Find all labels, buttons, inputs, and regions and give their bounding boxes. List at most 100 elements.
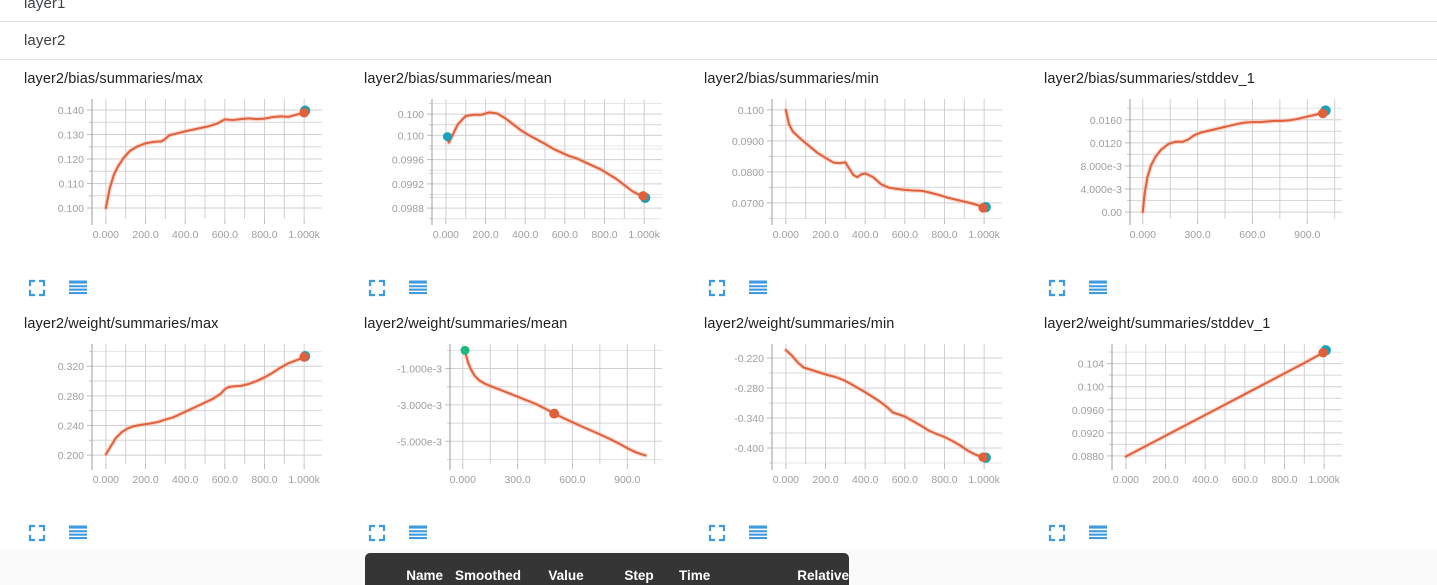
svg-text:600.0: 600.0: [212, 474, 238, 486]
svg-text:4.000e-3: 4.000e-3: [1081, 184, 1123, 196]
svg-text:0.100: 0.100: [398, 109, 424, 121]
chart-plot[interactable]: 0.100 0.0900 0.0800 0.0700 0.000 200.0 400.0 60…: [680, 87, 1020, 262]
svg-text:0.0880: 0.0880: [1072, 451, 1104, 463]
svg-text:0.000: 0.000: [1130, 229, 1156, 241]
svg-text:0.280: 0.280: [58, 391, 84, 403]
tooltip-col-value: Value: [548, 567, 584, 583]
svg-text:0.100: 0.100: [1078, 382, 1104, 394]
svg-text:-5.000e-3: -5.000e-3: [397, 436, 442, 448]
svg-text:800.0: 800.0: [931, 229, 957, 241]
accordion-item-label: layer2: [24, 32, 66, 49]
chart-row-weight: layer2/weight/summaries/max 0.320 0.280 0.2…: [0, 305, 1437, 550]
svg-text:600.0: 600.0: [212, 229, 238, 241]
svg-text:0.0160: 0.0160: [1090, 115, 1122, 127]
svg-text:800.0: 800.0: [251, 474, 277, 486]
chart-card-actions: [1048, 524, 1108, 544]
chart-plot[interactable]: 0.320 0.280 0.240 0.200 0.000 200.0 400.0 600.0…: [0, 332, 340, 507]
tooltip-header-row: Name Smoothed Value Step Time Relative: [365, 553, 849, 585]
expand-chart-icon[interactable]: [708, 524, 728, 544]
svg-text:0.0992: 0.0992: [392, 179, 424, 191]
svg-text:1.000k: 1.000k: [968, 474, 1000, 486]
svg-text:0.000: 0.000: [450, 474, 476, 486]
svg-text:0.200: 0.200: [58, 450, 84, 462]
data-series-icon[interactable]: [408, 279, 428, 299]
chart-title: layer2/bias/summaries/mean: [364, 71, 552, 87]
chart-card-actions: [708, 279, 768, 299]
svg-text:0.0800: 0.0800: [732, 167, 764, 179]
svg-text:400.0: 400.0: [172, 229, 198, 241]
svg-text:800.0: 800.0: [591, 229, 617, 241]
chart-plot[interactable]: 0.100 0.100 0.0996 0.0992 0.0988 0.000 200.0 40…: [340, 87, 680, 262]
chart-card-actions: [368, 524, 428, 544]
chart-hover-tooltip: Name Smoothed Value Step Time Relative: [365, 553, 849, 585]
data-series-icon[interactable]: [408, 524, 428, 544]
svg-text:200.0: 200.0: [812, 229, 838, 241]
svg-text:200.0: 200.0: [1152, 474, 1178, 486]
data-series-icon[interactable]: [1088, 279, 1108, 299]
chart-title: layer2/bias/summaries/max: [24, 71, 203, 87]
svg-text:0.0960: 0.0960: [1072, 405, 1104, 417]
svg-text:0.130: 0.130: [58, 130, 84, 142]
chart-title: layer2/bias/summaries/stddev_1: [1044, 71, 1255, 87]
expand-chart-icon[interactable]: [1048, 524, 1068, 544]
chart-title: layer2/weight/summaries/stddev_1: [1044, 316, 1271, 332]
data-series-icon[interactable]: [748, 524, 768, 544]
chart-title: layer2/bias/summaries/min: [704, 71, 879, 87]
svg-text:1.000k: 1.000k: [288, 229, 320, 241]
svg-text:300.0: 300.0: [1184, 229, 1210, 241]
expand-chart-icon[interactable]: [368, 524, 388, 544]
chart-card: layer2/bias/summaries/mean 0.100 0.100 0.09…: [340, 60, 680, 305]
charts-grid: layer2/bias/summaries/max 0.140 0.130 0.120…: [0, 60, 1437, 550]
chart-plot[interactable]: -0.220 -0.280 -0.340 -0.400 0.000 200.0 400.0 6…: [680, 332, 1020, 507]
svg-text:0.000: 0.000: [93, 229, 119, 241]
chart-card: layer2/bias/summaries/min 0.100 0.0900 0.08…: [680, 60, 1020, 305]
svg-text:900.0: 900.0: [1294, 229, 1320, 241]
expand-chart-icon[interactable]: [1048, 279, 1068, 299]
svg-text:600.0: 600.0: [892, 474, 918, 486]
chart-row-bias: layer2/bias/summaries/max 0.140 0.130 0.120…: [0, 60, 1437, 305]
svg-text:0.0120: 0.0120: [1090, 138, 1122, 150]
svg-text:0.000: 0.000: [773, 474, 799, 486]
svg-text:0.240: 0.240: [58, 420, 84, 432]
svg-text:0.0988: 0.0988: [392, 203, 424, 215]
expand-chart-icon[interactable]: [368, 279, 388, 299]
svg-text:200.0: 200.0: [132, 229, 158, 241]
accordion-item-label: layer1: [24, 0, 66, 12]
chart-card-actions: [708, 524, 768, 544]
chart-card-actions: [28, 524, 88, 544]
chart-card: layer2/weight/summaries/stddev_1 0.104 0.1…: [1020, 305, 1360, 550]
svg-text:600.0: 600.0: [1239, 229, 1265, 241]
svg-text:200.0: 200.0: [472, 229, 498, 241]
svg-text:400.0: 400.0: [1192, 474, 1218, 486]
svg-text:400.0: 400.0: [172, 474, 198, 486]
svg-text:8.000e-3: 8.000e-3: [1081, 161, 1123, 173]
expand-chart-icon[interactable]: [708, 279, 728, 299]
chart-plot[interactable]: -1.000e-3 -3.000e-3 -5.000e-3 0.000 300.0 600…: [340, 332, 680, 507]
svg-text:400.0: 400.0: [512, 229, 538, 241]
svg-text:-0.400: -0.400: [734, 443, 764, 455]
svg-text:0.320: 0.320: [58, 361, 84, 373]
svg-text:300.0: 300.0: [504, 474, 530, 486]
svg-text:600.0: 600.0: [552, 229, 578, 241]
svg-text:600.0: 600.0: [892, 229, 918, 241]
chart-plot[interactable]: 0.0160 0.0120 8.000e-3 4.000e-3 0.00 0.000 300…: [1020, 87, 1360, 262]
svg-text:800.0: 800.0: [1271, 474, 1297, 486]
data-series-icon[interactable]: [1088, 524, 1108, 544]
svg-text:600.0: 600.0: [559, 474, 585, 486]
accordion-item-layer2[interactable]: layer2: [0, 22, 1437, 60]
svg-text:0.000: 0.000: [433, 229, 459, 241]
tooltip-col-name: Name: [406, 567, 443, 583]
chart-plot[interactable]: 0.104 0.100 0.0960 0.0920 0.0880 0.000 200.0 40…: [1020, 332, 1360, 507]
chart-title: layer2/weight/summaries/mean: [364, 316, 568, 332]
expand-chart-icon[interactable]: [28, 524, 48, 544]
tooltip-col-smoothed: Smoothed: [455, 567, 521, 583]
data-series-icon[interactable]: [68, 279, 88, 299]
data-series-icon[interactable]: [748, 279, 768, 299]
expand-chart-icon[interactable]: [28, 279, 48, 299]
accordion-item-layer1[interactable]: layer1: [0, 0, 1437, 22]
data-series-icon[interactable]: [68, 524, 88, 544]
svg-text:900.0: 900.0: [614, 474, 640, 486]
svg-text:-0.280: -0.280: [734, 383, 764, 395]
tooltip-col-time: Time: [679, 567, 711, 583]
chart-plot[interactable]: 0.140 0.130 0.120 0.110 0.100 0.000 200.0 400.0…: [0, 87, 340, 262]
